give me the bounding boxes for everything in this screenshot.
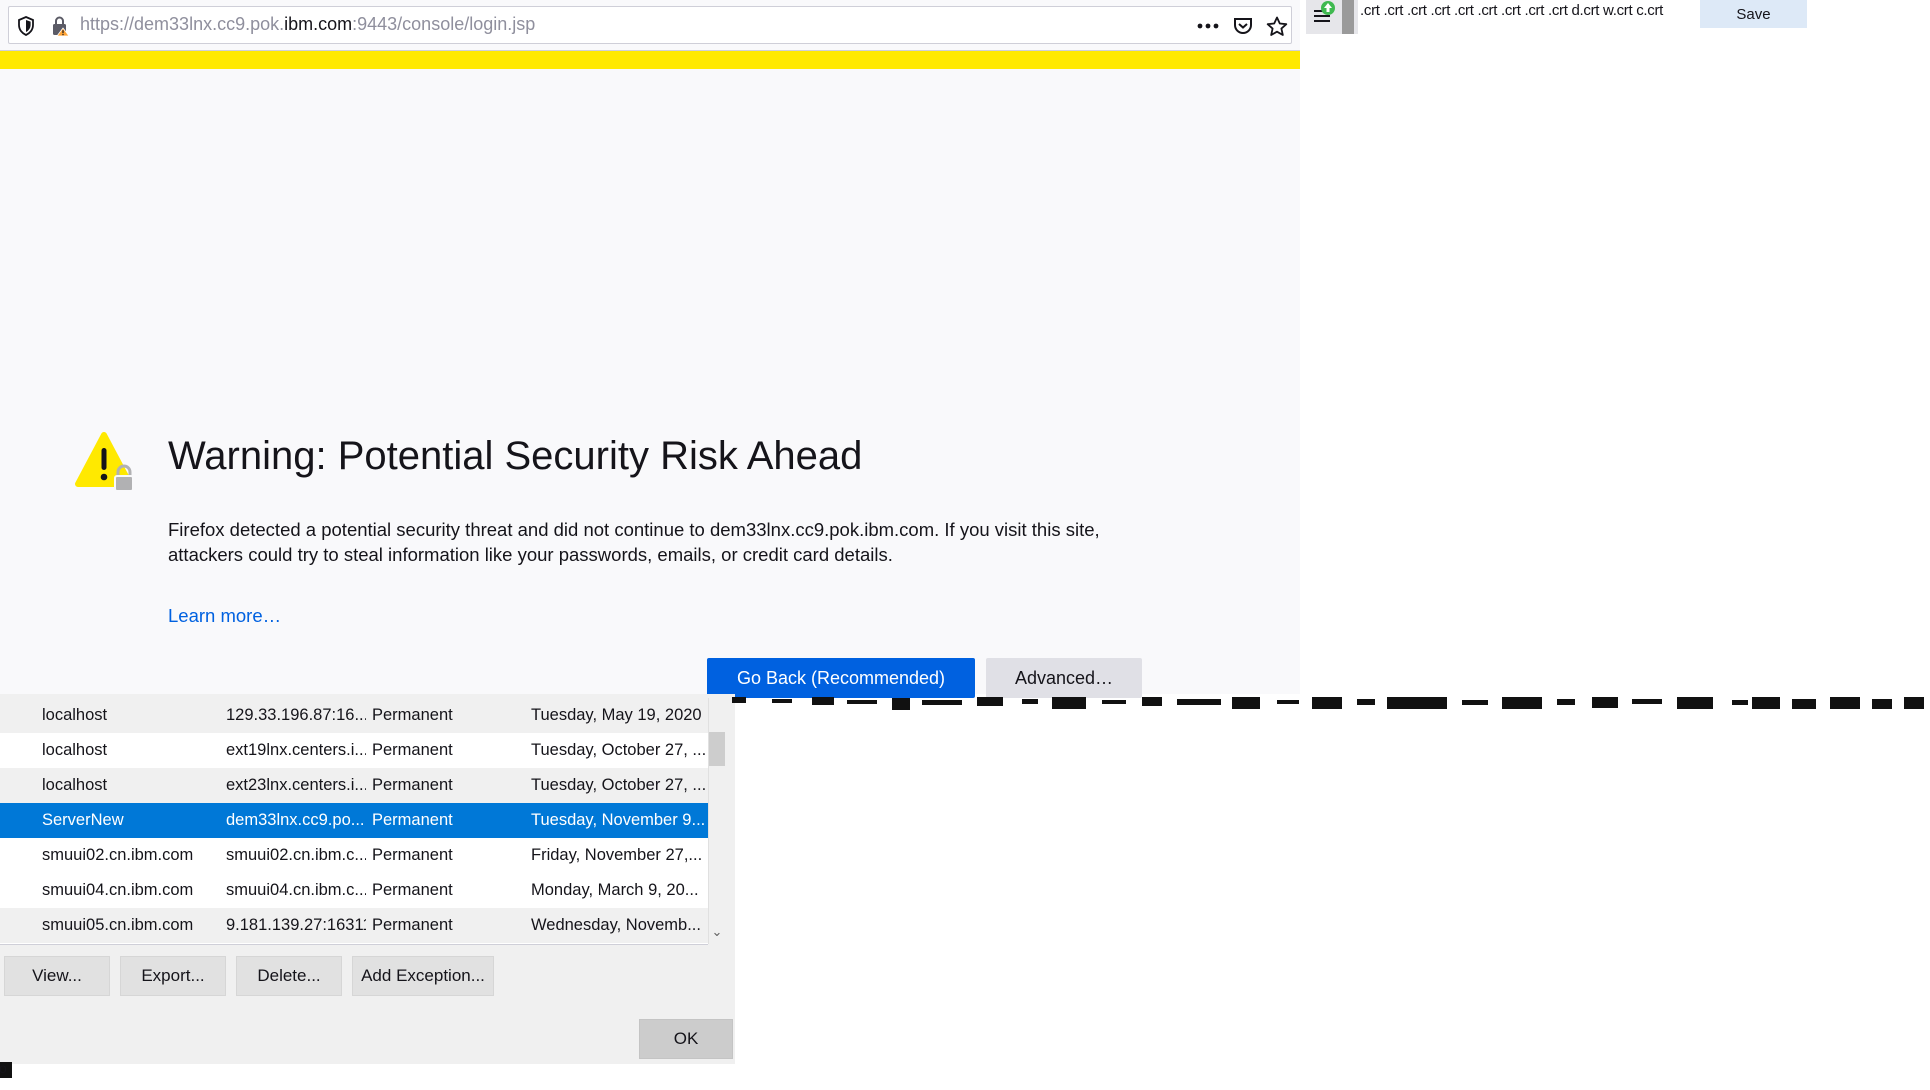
go-back-button[interactable]: Go Back (Recommended) [707,658,975,698]
cert-expires-cell: Tuesday, October 27, ... [531,776,707,794]
table-row[interactable]: smuui05.cn.ibm.com 9.181.139.27:16311 Pe… [0,908,708,943]
more-icon[interactable] [1194,12,1222,40]
crt-file-labels: .crt .crt .crt .crt .crt .crt .crt .crt … [1360,2,1664,19]
cert-expires-cell: Tuesday, May 19, 2020 [531,706,702,724]
url-prefix: https://dem33lnx.cc9.pok. [80,14,285,34]
text-fragment: o [0,1060,7,1076]
toolbar-separator [1342,0,1354,34]
url-suffix: :9443/console/login.jsp [352,14,536,34]
cert-site-cell: dem33lnx.cc9.po... [226,811,365,829]
cert-lifetime-cell: Permanent [372,776,453,794]
cert-site-cell: ext23lnx.centers.i... [226,776,366,794]
shield-icon[interactable] [12,12,40,40]
cert-server-cell: smuui04.cn.ibm.com [42,881,194,899]
cert-expires-cell: Wednesday, Novemb... [531,916,701,934]
warning-page [0,69,1300,694]
cert-server-cell: smuui05.cn.ibm.com [42,916,194,934]
cert-server-cell: ServerNew [42,811,124,829]
warning-description: Firefox detected a potential security th… [168,519,1100,565]
cert-lifetime-cell: Permanent [372,916,453,934]
cert-lifetime-cell: Permanent [372,706,453,724]
ok-button[interactable]: OK [639,1019,733,1059]
add-exception-button[interactable]: Add Exception... [352,956,494,996]
table-row-selected[interactable]: ServerNew dem33lnx.cc9.po... Permanent T… [0,803,708,838]
bookmark-star-icon[interactable] [1263,12,1291,40]
scrollbar-thumb[interactable] [709,732,725,766]
cert-lifetime-cell: Permanent [372,846,453,864]
table-row[interactable]: smuui02.cn.ibm.com smuui02.cn.ibm.c... P… [0,838,708,873]
cert-site-cell: 129.33.196.87:16... [226,706,366,724]
url-bar: https://dem33lnx.cc9.pok.ibm.com:9443/co… [0,0,1300,51]
scroll-down-arrow-icon[interactable]: ⌄ [709,924,725,942]
url-text[interactable]: https://dem33lnx.cc9.pok.ibm.com:9443/co… [80,14,535,35]
cert-lifetime-cell: Permanent [372,741,453,759]
cert-server-cell: localhost [42,706,108,724]
cert-site-cell: smuui04.cn.ibm.c... [226,881,366,899]
advanced-button[interactable]: Advanced… [986,658,1142,698]
url-domain: ibm.com [284,14,353,34]
view-button[interactable]: View... [4,956,110,996]
delete-button[interactable]: Delete... [236,956,342,996]
pocket-icon[interactable] [1229,12,1257,40]
cert-expires-cell: Tuesday, November 9... [531,811,706,829]
cert-site-cell: 9.181.139.27:16311 [226,916,366,934]
warning-icon [74,432,144,501]
cert-expires-cell: Monday, March 9, 20... [531,881,699,899]
render-artifact-strip [732,695,1928,713]
cert-expires-cell: Friday, November 27,... [531,846,703,864]
cert-lifetime-cell: Permanent [372,811,453,829]
insecure-lock-icon[interactable] [46,12,74,40]
certificate-list[interactable]: localhost 129.33.196.87:16... Permanent … [0,698,708,945]
table-row[interactable]: localhost ext19lnx.centers.i... Permanen… [0,733,708,768]
save-button[interactable]: Save [1700,0,1807,28]
cert-server-cell: smuui02.cn.ibm.com [42,846,194,864]
warning-title: Warning: Potential Security Risk Ahead [168,434,863,478]
cert-site-cell: smuui02.cn.ibm.c... [226,846,366,864]
table-row[interactable]: localhost 129.33.196.87:16... Permanent … [0,698,708,733]
update-badge-icon [1320,0,1336,21]
cert-site-cell: ext19lnx.centers.i... [226,741,366,759]
export-button[interactable]: Export... [120,956,226,996]
cert-server-cell: localhost [42,741,108,759]
cert-expires-cell: Tuesday, October 27, ... [531,741,707,759]
cert-server-cell: localhost [42,776,108,794]
menu-strip [1306,0,1358,34]
table-row[interactable]: localhost ext23lnx.centers.i... Permanen… [0,768,708,803]
table-row[interactable]: smuui04.cn.ibm.com smuui04.cn.ibm.c... P… [0,873,708,908]
cert-lifetime-cell: Permanent [372,881,453,899]
learn-more-link[interactable]: Learn more… [168,605,281,627]
warning-banner-stripe [0,51,1300,69]
